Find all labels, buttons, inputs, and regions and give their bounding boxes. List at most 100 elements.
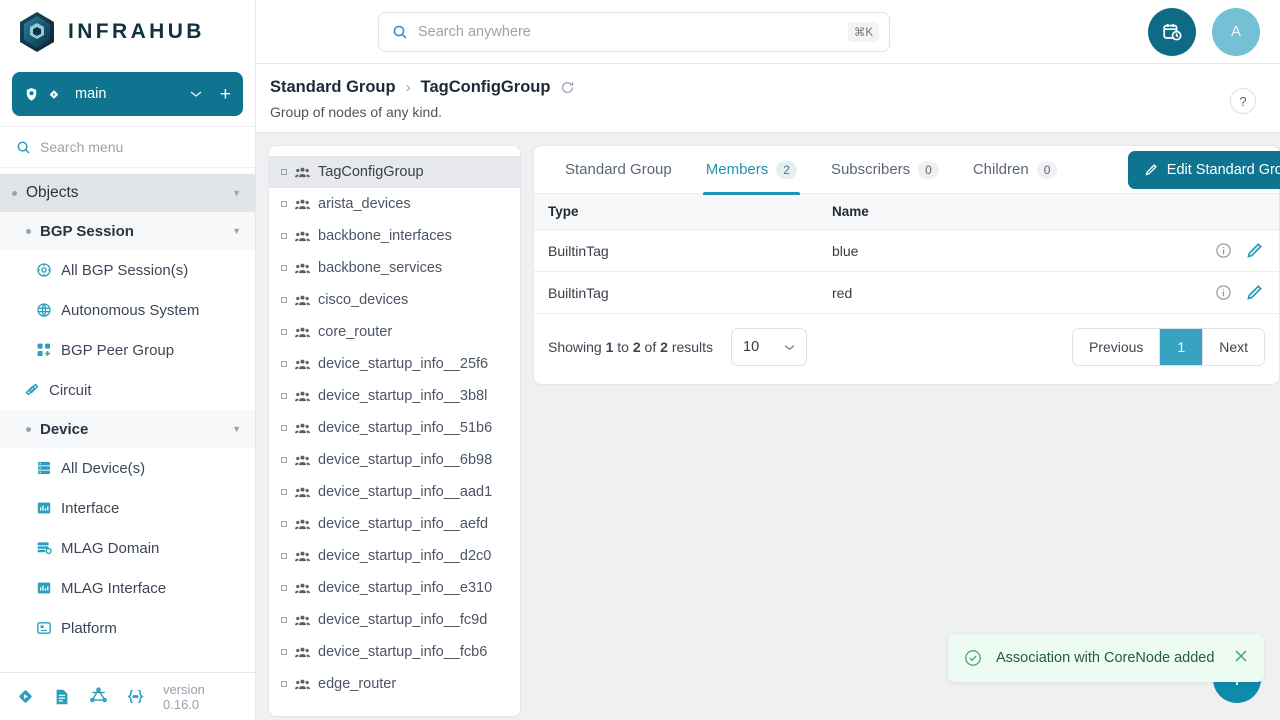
- sidebar-group-device[interactable]: Device ▼: [0, 410, 255, 448]
- version-label: version 0.16.0: [163, 681, 205, 712]
- pencil-icon[interactable]: [1246, 284, 1263, 301]
- refresh-icon[interactable]: [560, 80, 575, 95]
- sidebar-item-circuit[interactable]: Circuit: [0, 370, 255, 410]
- git-branch-icon[interactable]: [16, 687, 35, 706]
- plus-icon[interactable]: +: [220, 85, 231, 104]
- sidebar-item-label: BGP Peer Group: [61, 341, 175, 359]
- square-bullet-icon: [281, 169, 287, 175]
- next-page-button[interactable]: Next: [1203, 329, 1264, 365]
- table-row[interactable]: BuiltinTag red: [534, 271, 1279, 314]
- list-item-label: backbone_services: [318, 260, 443, 276]
- group-users-icon: [295, 358, 310, 371]
- list-item[interactable]: device_startup_info__51b6: [269, 412, 520, 444]
- branch-selector[interactable]: main +: [12, 72, 243, 116]
- sidebar-group-bgp-session[interactable]: BGP Session ▼: [0, 212, 255, 250]
- list-item[interactable]: device_startup_info__aefd: [269, 508, 520, 540]
- tab-subscribers[interactable]: Subscribers 0: [814, 146, 956, 194]
- group-users-icon: [295, 294, 310, 307]
- page-number-button[interactable]: 1: [1160, 329, 1204, 365]
- sidebar-item-platform[interactable]: Platform: [0, 608, 255, 648]
- sidebar-item-label: All BGP Session(s): [61, 261, 189, 279]
- list-item[interactable]: device_startup_info__6b98: [269, 444, 520, 476]
- tab-standard-group[interactable]: Standard Group: [548, 146, 689, 194]
- column-header-name: Name: [818, 194, 1189, 230]
- chevron-down-icon[interactable]: ▼: [232, 188, 241, 198]
- sidebar-group-label: Objects: [26, 184, 79, 201]
- chevron-down-icon[interactable]: [190, 90, 202, 98]
- list-item-label: backbone_interfaces: [318, 228, 452, 244]
- list-item-label: arista_devices: [318, 196, 411, 212]
- sidebar-item-all-devices[interactable]: All Device(s): [0, 448, 255, 488]
- pencil-icon[interactable]: [1246, 242, 1263, 259]
- table-row[interactable]: BuiltinTag blue: [534, 229, 1279, 272]
- close-icon[interactable]: [1234, 649, 1248, 667]
- info-icon[interactable]: [1215, 284, 1232, 301]
- graphql-icon[interactable]: [89, 687, 108, 706]
- chevron-down-icon[interactable]: ▼: [232, 226, 241, 236]
- list-item[interactable]: device_startup_info__d2c0: [269, 540, 520, 572]
- global-search[interactable]: ⌘K: [378, 11, 890, 52]
- list-item[interactable]: TagConfigGroup: [269, 156, 520, 188]
- list-item[interactable]: device_startup_info__e310: [269, 572, 520, 604]
- avatar[interactable]: A: [1212, 7, 1260, 56]
- list-item[interactable]: device_startup_info__fc9d: [269, 604, 520, 636]
- square-bullet-icon: [281, 553, 287, 559]
- sidebar-item-bgp-peer-group[interactable]: BGP Peer Group: [0, 330, 255, 370]
- sidebar-item-mlag-interface[interactable]: MLAG Interface: [0, 568, 255, 608]
- sidebar-group-objects[interactable]: Objects ▼: [0, 174, 255, 212]
- tab-children[interactable]: Children 0: [956, 146, 1075, 194]
- square-bullet-icon: [281, 233, 287, 239]
- list-item[interactable]: arista_devices: [269, 188, 520, 220]
- list-item[interactable]: device_startup_info__fcb6: [269, 636, 520, 668]
- tab-members[interactable]: Members 2: [689, 146, 814, 195]
- previous-page-button[interactable]: Previous: [1072, 329, 1161, 365]
- sidebar-item-all-bgp-sessions[interactable]: All BGP Session(s): [0, 250, 255, 290]
- tasks-button[interactable]: [1148, 7, 1196, 56]
- square-bullet-icon: [281, 425, 287, 431]
- list-item[interactable]: device_startup_info__25f6: [269, 348, 520, 380]
- toast-notification: Association with CoreNode added: [948, 634, 1264, 682]
- square-bullet-icon: [281, 681, 287, 687]
- breadcrumb-item-current[interactable]: TagConfigGroup: [421, 78, 551, 97]
- menu-search[interactable]: [0, 126, 255, 168]
- list-item[interactable]: backbone_interfaces: [269, 220, 520, 252]
- list-item[interactable]: device_startup_info__aad1: [269, 476, 520, 508]
- sidebar-group-label: Device: [40, 420, 89, 438]
- bullet-dot-icon: [12, 190, 17, 196]
- square-bullet-icon: [281, 585, 287, 591]
- help-button[interactable]: ?: [1230, 88, 1256, 114]
- sidebar-item-label: Interface: [61, 499, 120, 517]
- per-page-select[interactable]: 10: [731, 328, 808, 366]
- list-item[interactable]: device_startup_info__3b8l: [269, 380, 520, 412]
- info-icon[interactable]: [1215, 242, 1232, 259]
- list-item-label: device_startup_info__25f6: [318, 356, 489, 372]
- json-braces-icon[interactable]: [126, 687, 145, 706]
- search-input[interactable]: [418, 23, 838, 40]
- sidebar-item-mlag-domain[interactable]: MLAG Domain: [0, 528, 255, 568]
- bullet-dot-icon: [26, 426, 31, 432]
- sidebar-item-label: Autonomous System: [61, 301, 200, 319]
- sidebar-item-label: MLAG Domain: [61, 539, 160, 557]
- list-item[interactable]: edge_router: [269, 668, 520, 700]
- sidebar-item-label: MLAG Interface: [61, 579, 167, 597]
- docs-icon[interactable]: [53, 688, 71, 706]
- brand[interactable]: INFRAHUB: [0, 0, 255, 64]
- git-branch-icon: [47, 87, 61, 102]
- breadcrumb-separator: ›: [405, 79, 411, 96]
- object-list-panel[interactable]: TagConfigGroup arista_devices backbone_i…: [268, 145, 521, 717]
- list-item[interactable]: backbone_services: [269, 252, 520, 284]
- edit-standard-group-button[interactable]: Edit Standard Group: [1127, 151, 1280, 189]
- tab-label: Standard Group: [565, 161, 672, 178]
- list-item[interactable]: core_router: [269, 316, 520, 348]
- list-item[interactable]: cisco_devices: [269, 284, 520, 316]
- sidebar-item-autonomous-system[interactable]: Autonomous System: [0, 290, 255, 330]
- bullet-dot-icon: [26, 228, 31, 234]
- table-header-row: Type Name: [534, 194, 1279, 230]
- square-bullet-icon: [281, 457, 287, 463]
- breadcrumb-item-parent[interactable]: Standard Group: [270, 78, 396, 97]
- chevron-down-icon[interactable]: ▼: [232, 424, 241, 434]
- showing-prefix: Showing: [548, 339, 602, 355]
- sidebar-item-interface[interactable]: Interface: [0, 488, 255, 528]
- search-menu-input[interactable]: [40, 139, 210, 155]
- sidebar: INFRAHUB main + Search menu Objects ▼ BG…: [0, 0, 256, 720]
